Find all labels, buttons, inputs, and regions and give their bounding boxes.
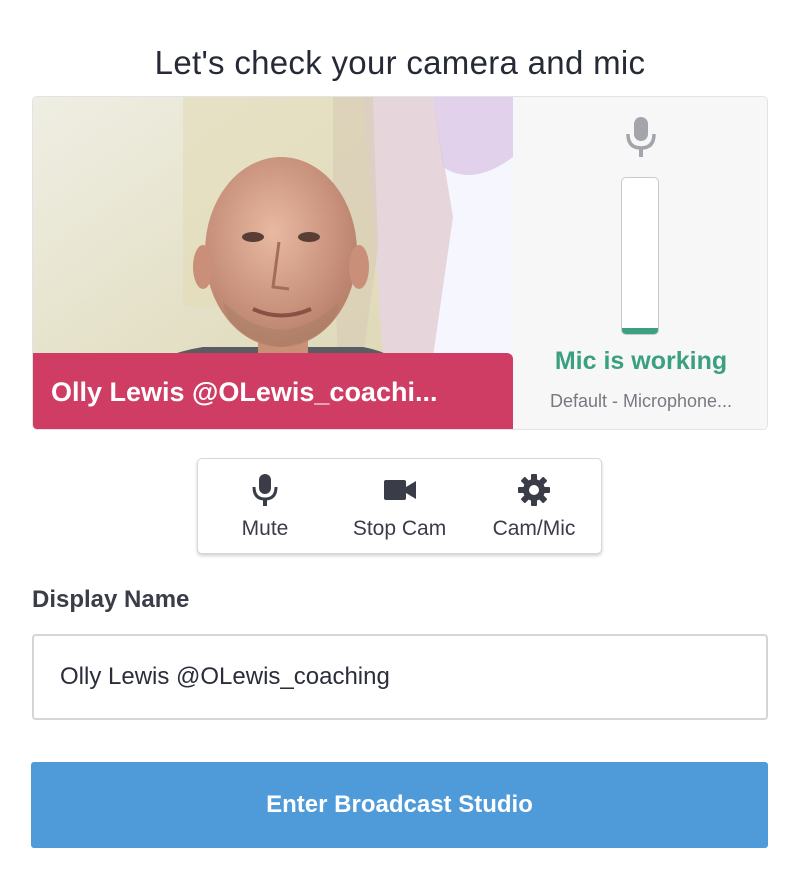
- participant-name-overlay: Olly Lewis @OLewis_coachi...: [33, 353, 513, 429]
- mute-button[interactable]: Mute: [220, 459, 310, 553]
- video-camera-icon: [383, 473, 417, 507]
- mic-device-name: Default - Microphone...: [549, 391, 733, 411]
- mic-status-text: Mic is working: [554, 347, 728, 375]
- camera-preview: Olly Lewis @OLewis_coachi...: [33, 97, 513, 429]
- cam-mic-label: Cam/Mic: [492, 517, 576, 540]
- enter-broadcast-studio-button[interactable]: Enter Broadcast Studio: [31, 762, 768, 848]
- display-name-label: Display Name: [32, 586, 190, 613]
- cam-mic-settings-button[interactable]: Cam/Mic: [489, 459, 579, 553]
- microphone-icon: [252, 473, 278, 507]
- gear-icon: [517, 473, 551, 507]
- page-title: Let's check your camera and mic: [154, 44, 646, 82]
- media-controls: Mute Stop Cam Cam/Mic: [197, 458, 602, 554]
- device-preview: Olly Lewis @OLewis_coachi... Mic is work…: [32, 96, 768, 430]
- mic-level-fill: [622, 328, 658, 334]
- mute-label: Mute: [241, 517, 289, 540]
- stop-cam-button[interactable]: Stop Cam: [353, 459, 446, 553]
- stop-cam-label: Stop Cam: [352, 517, 447, 540]
- mic-check-panel: Mic is working Default - Microphone...: [513, 97, 767, 429]
- display-name-input[interactable]: [32, 634, 768, 720]
- mic-level-meter: [621, 177, 659, 335]
- microphone-icon: [623, 115, 659, 164]
